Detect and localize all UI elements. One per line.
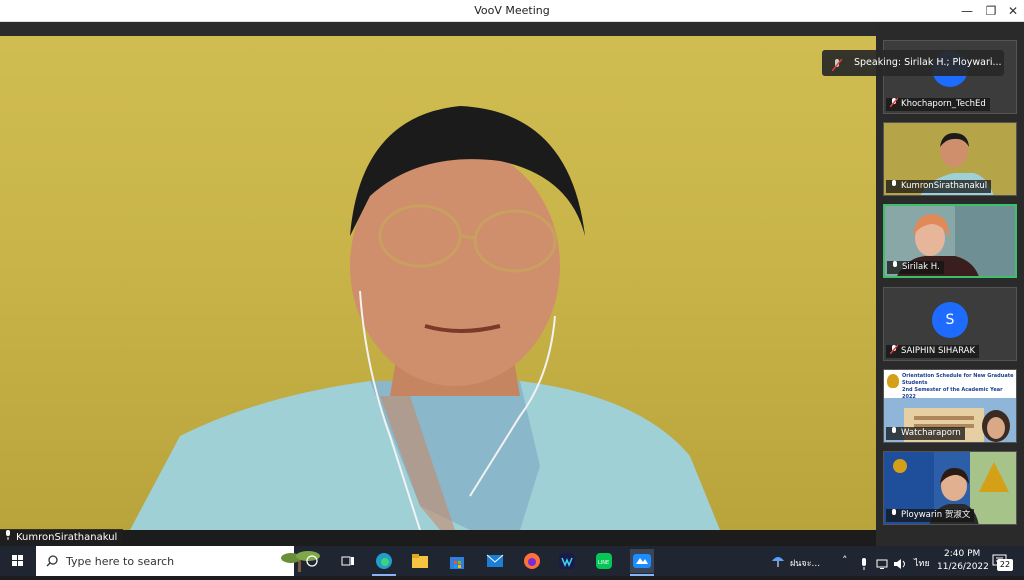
- participant-label: Watcharaporn: [886, 426, 965, 441]
- window-title: VooV Meeting: [474, 4, 550, 17]
- participant-label: SAIPHIN SIHARAK: [886, 344, 980, 359]
- task-view-icon[interactable]: [300, 549, 324, 573]
- svg-text:LINE: LINE: [598, 560, 609, 566]
- firefox-icon[interactable]: [520, 549, 544, 573]
- mic-muted-icon: [889, 97, 899, 112]
- speaking-banner: Speaking: Sirilak H.; Ploywari...: [822, 50, 1004, 76]
- participant-label: Ploywarin 贺淑文: [886, 508, 975, 523]
- webex-icon[interactable]: [555, 549, 579, 573]
- main-video[interactable]: [0, 36, 876, 530]
- minimize-button[interactable]: —: [954, 0, 980, 22]
- main-video-name-label: KumronSirathanakul: [0, 529, 124, 546]
- start-button[interactable]: [0, 546, 36, 576]
- chevron-up-icon[interactable]: ˄: [842, 554, 848, 567]
- input-language[interactable]: ไทย: [914, 556, 930, 570]
- participant-name: KumronSirathanakul: [901, 181, 988, 191]
- participant-name: Ploywarin 贺淑文: [901, 510, 971, 520]
- participant-name: Khochaporn_TechEd: [901, 99, 986, 109]
- participant-label: KumronSirathanakul: [886, 179, 992, 194]
- clock-date[interactable]: 11/26/2022: [937, 562, 989, 572]
- edge-icon[interactable]: [372, 549, 396, 573]
- shared-slide-title: Orientation Schedule for New Graduate St…: [902, 373, 1014, 401]
- microphone-icon[interactable]: [860, 555, 868, 574]
- participant-tile-5[interactable]: Orientation Schedule for New Graduate St…: [883, 369, 1017, 443]
- voov-meeting-icon[interactable]: [630, 549, 654, 573]
- participant-tile-4[interactable]: S SAIPHIN SIHARAK: [883, 287, 1017, 361]
- participant-tile-2[interactable]: KumronSirathanakul: [883, 122, 1017, 196]
- clock-time[interactable]: 2:40 PM: [944, 549, 980, 559]
- mic-icon: [890, 426, 898, 441]
- participant-tile-3[interactable]: Sirilak H.: [883, 204, 1017, 278]
- line-icon[interactable]: LINE: [592, 549, 616, 573]
- university-seal: [887, 374, 899, 388]
- speaker-figure: [130, 106, 720, 530]
- mail-icon[interactable]: [483, 549, 507, 573]
- notification-count-badge: 22: [997, 559, 1013, 571]
- file-explorer-icon[interactable]: [408, 549, 432, 573]
- mic-icon: [4, 529, 12, 546]
- close-button[interactable]: ✕: [1000, 0, 1024, 22]
- network-icon[interactable]: [876, 555, 888, 574]
- taskbar: Type here to search LINE ฝนจะ... ˄ ไทย 2…: [0, 546, 1024, 576]
- volume-icon[interactable]: [893, 555, 907, 574]
- participant-name: Watcharaporn: [901, 428, 961, 438]
- mic-icon: [890, 179, 898, 194]
- store-icon[interactable]: [445, 549, 469, 573]
- search-box[interactable]: Type here to search: [36, 546, 320, 576]
- video-top-band: [0, 22, 876, 36]
- search-placeholder: Type here to search: [66, 554, 175, 568]
- participant-tile-6[interactable]: Ploywarin 贺淑文: [883, 451, 1017, 525]
- participant-name: SAIPHIN SIHARAK: [901, 346, 976, 356]
- slide-line-1: Orientation Schedule for New Graduate St…: [902, 373, 1014, 386]
- search-icon: [46, 552, 58, 571]
- mic-icon: [891, 260, 899, 275]
- weather-text[interactable]: ฝนจะ...: [790, 556, 820, 570]
- participant-label: Sirilak H.: [887, 260, 944, 275]
- participant-avatar: S: [932, 302, 968, 338]
- participant-label: Khochaporn_TechEd: [886, 97, 990, 112]
- mic-icon: [890, 508, 898, 523]
- windows-icon: [12, 555, 23, 566]
- weather-icon[interactable]: [770, 553, 786, 573]
- speaking-text: Speaking: Sirilak H.; Ploywari...: [854, 57, 1002, 68]
- widgets-icon[interactable]: [336, 549, 360, 573]
- participant-name: Sirilak H.: [902, 262, 940, 272]
- mic-muted-icon: [831, 56, 843, 82]
- title-bar: VooV Meeting — ❐ ✕: [0, 0, 1024, 22]
- main-participant-name: KumronSirathanakul: [16, 532, 118, 543]
- mic-muted-icon: [889, 344, 899, 359]
